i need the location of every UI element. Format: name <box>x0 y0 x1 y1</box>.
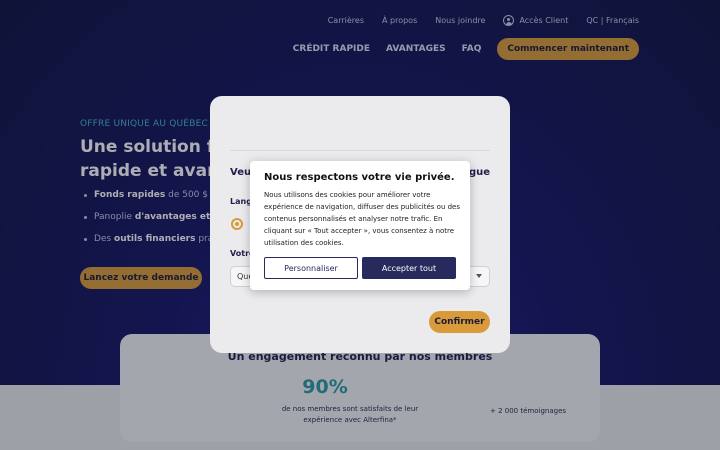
cookie-body: Nous utilisons des cookies pour améliore… <box>264 191 460 247</box>
chevron-down-icon <box>476 274 482 278</box>
language-label: Lang <box>230 197 252 206</box>
accept-all-button[interactable]: Accepter tout <box>362 257 456 279</box>
cookie-title: Nous respectons votre vie privée. <box>264 172 455 183</box>
confirm-button[interactable]: Confirmer <box>429 311 490 333</box>
customize-button[interactable]: Personnaliser <box>264 257 358 279</box>
modal-divider <box>230 150 490 151</box>
cookie-consent-dialog: Nous respectons votre vie privée. Nous u… <box>250 161 470 290</box>
language-radio[interactable] <box>231 218 243 230</box>
